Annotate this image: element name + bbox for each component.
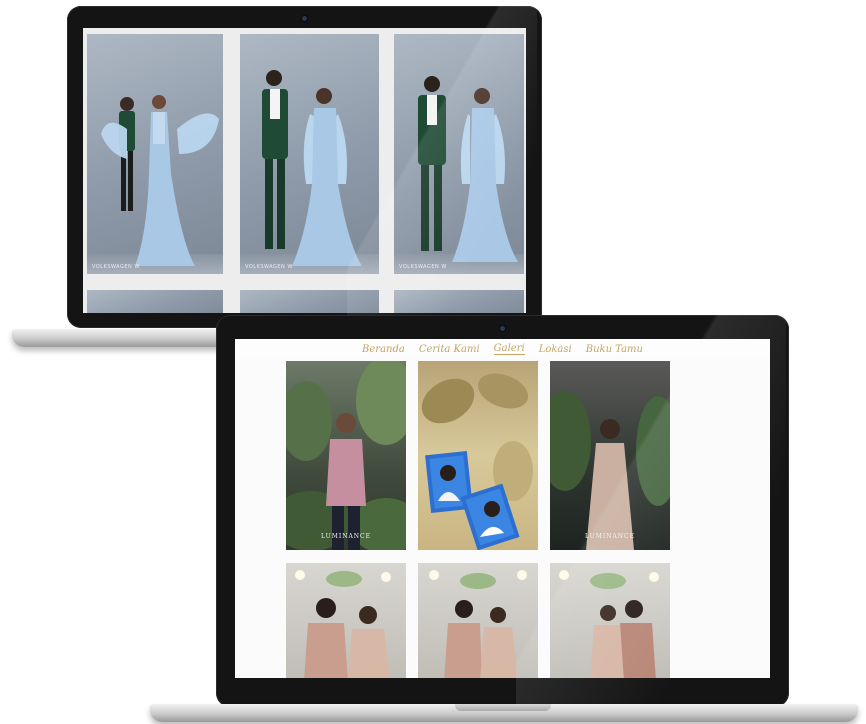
gallery-photo-4[interactable] — [87, 290, 223, 313]
portrait-illustration — [550, 391, 670, 550]
front-laptop-lid: Beranda Cerita Kami Galeri Lokasi Buku T… — [216, 315, 789, 707]
portrait-illustration — [286, 361, 406, 550]
gallery-photo-1[interactable]: VOLKSWAGEN W — [87, 34, 223, 274]
site-navigation: Beranda Cerita Kami Galeri Lokasi Buku T… — [235, 339, 770, 359]
gallery-tile-6[interactable] — [550, 563, 670, 678]
gallery-tile-1[interactable]: LUMINANCE — [286, 361, 406, 550]
gallery-tile-4[interactable] — [286, 563, 406, 678]
gallery-tile-5[interactable] — [418, 563, 538, 678]
nav-item-lokasi[interactable]: Lokasi — [539, 344, 572, 355]
front-laptop-screen: Beranda Cerita Kami Galeri Lokasi Buku T… — [235, 339, 770, 678]
gallery-tile-3[interactable]: LUMINANCE — [550, 361, 670, 550]
couple-illustration — [101, 95, 219, 266]
back-laptop-screen: VOLKSWAGEN W VOLKSWAGEN W VOLKSWAGEN W — [83, 28, 526, 313]
nav-item-galeri[interactable]: Galeri — [493, 343, 525, 355]
nav-item-buku-tamu[interactable]: Buku Tamu — [586, 344, 643, 355]
photo-watermark: VOLKSWAGEN W — [245, 264, 293, 270]
nav-item-beranda[interactable]: Beranda — [362, 344, 405, 355]
nav-item-cerita-kami[interactable]: Cerita Kami — [419, 344, 480, 355]
back-laptop-lid: VOLKSWAGEN W VOLKSWAGEN W VOLKSWAGEN W — [67, 6, 542, 328]
brand-watermark: LUMINANCE — [320, 533, 372, 540]
couple-illustration — [262, 70, 362, 266]
id-photos-illustration — [421, 373, 533, 550]
couple-illustration — [295, 570, 391, 678]
gallery-photo-6[interactable] — [394, 290, 524, 313]
camera-icon — [500, 326, 505, 331]
camera-icon — [302, 16, 307, 21]
gallery-photo-2[interactable]: VOLKSWAGEN W — [240, 34, 379, 274]
gallery-photo-5[interactable] — [240, 290, 379, 313]
front-laptop-notch — [455, 704, 551, 711]
photo-watermark: VOLKSWAGEN W — [399, 264, 447, 270]
couple-illustration — [429, 570, 527, 678]
couple-illustration — [418, 76, 518, 262]
brand-watermark: LUMINANCE — [584, 533, 636, 540]
couple-illustration — [559, 570, 659, 678]
gallery-tile-2[interactable] — [418, 361, 538, 550]
gallery-photo-3[interactable]: VOLKSWAGEN W — [394, 34, 524, 274]
photo-watermark: VOLKSWAGEN W — [92, 264, 140, 270]
